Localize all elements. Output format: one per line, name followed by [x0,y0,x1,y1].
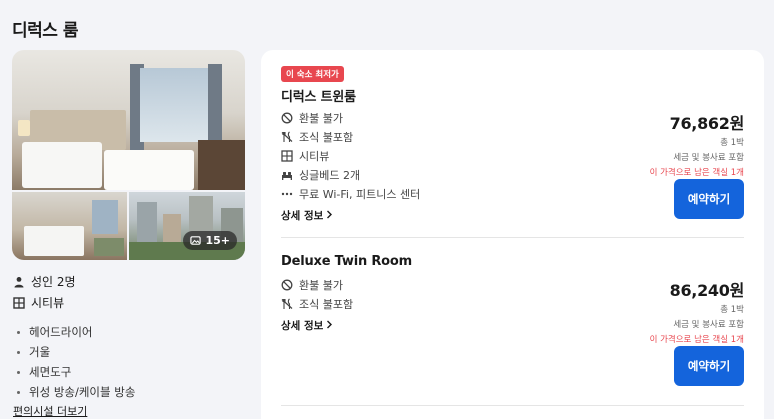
price-block: 76,862원 총 1박 세금 및 봉사료 포함 이 가격으로 남은 객실 1개 [584,110,745,178]
photo-count-label: 15+ [205,234,230,247]
feature-no-refund: 환불 불가 [281,110,343,126]
no-refund-icon [281,279,293,291]
no-refund-icon [281,112,293,124]
room-photo-thumb-2[interactable]: 15+ [129,192,245,260]
lowest-price-badge: 이 숙소 최저가 [281,66,344,82]
room-offer-2: Deluxe Twin Room 환불 불가 조식 불포함 상세 정보 86,2… [281,252,744,406]
feature-extras: 무료 Wi-Fi, 피트니스 센터 [281,186,420,202]
room-photo-main[interactable] [12,50,245,190]
amenities-more-link[interactable]: 편의시설 더보기 [13,403,87,419]
tax-note: 세금 및 봉사료 포함 [673,320,744,330]
photo-gallery[interactable]: 15+ [12,50,245,260]
room-offers-card: 이 숙소 최저가 디럭스 트윈룸 환불 불가 조식 불포함 시티뷰 싱글베드 2… [261,50,764,419]
more-icon [281,188,293,200]
occupancy-adults: 성인 2명 [13,273,76,290]
view-label: 시티뷰 [31,296,65,310]
rooms-left-warning: 이 가격으로 남은 객실 1개 [649,168,744,178]
nights-label: 총 1박 [720,138,744,148]
no-breakfast-icon [281,131,293,143]
rooms-left-warning: 이 가격으로 남은 객실 1개 [649,335,744,345]
city-view-icon [281,150,293,162]
amenity-item: 위성 방송/케이블 방송 [17,382,135,402]
amenity-item: 세면도구 [17,362,135,382]
amenity-item: 헤어드라이어 [17,322,135,342]
city-view-icon [13,296,25,309]
feature-city-view: 시티뷰 [281,148,329,164]
photo-icon [190,235,202,246]
price-block: 86,240원 총 1박 세금 및 봉사료 포함 이 가격으로 남은 객실 1개 [584,277,745,345]
book-button[interactable]: 예약하기 [674,179,744,219]
feature-beds: 싱글베드 2개 [281,167,360,183]
tax-note: 세금 및 봉사료 포함 [673,153,744,163]
price: 86,240원 [669,281,745,300]
feature-no-breakfast: 조식 불포함 [281,129,353,145]
adults-label: 성인 2명 [31,275,76,289]
page-title: 디럭스 룸 [12,21,78,41]
room-details-link[interactable]: 상세 정보 [281,318,333,333]
price: 76,862원 [669,114,745,133]
room-photo-thumb-1[interactable] [12,192,127,260]
book-button[interactable]: 예약하기 [674,346,744,386]
chevron-right-icon [326,320,333,332]
nights-label: 총 1박 [720,305,744,315]
feature-no-breakfast: 조식 불포함 [281,296,353,312]
amenity-item: 거울 [17,342,135,362]
photo-count-badge[interactable]: 15+ [183,231,237,250]
room-name: Deluxe Twin Room [281,254,412,269]
no-breakfast-icon [281,298,293,310]
feature-no-refund: 환불 불가 [281,277,343,293]
room-name: 디럭스 트윈룸 [281,90,356,105]
occupancy-view: 시티뷰 [13,294,64,311]
amenities-list: 헤어드라이어 거울 세면도구 위성 방송/케이블 방송 [17,322,135,402]
person-icon [13,276,25,288]
bed-icon [281,169,293,181]
room-details-link[interactable]: 상세 정보 [281,208,333,223]
room-offer-1: 이 숙소 최저가 디럭스 트윈룸 환불 불가 조식 불포함 시티뷰 싱글베드 2… [281,65,744,238]
chevron-right-icon [326,210,333,222]
